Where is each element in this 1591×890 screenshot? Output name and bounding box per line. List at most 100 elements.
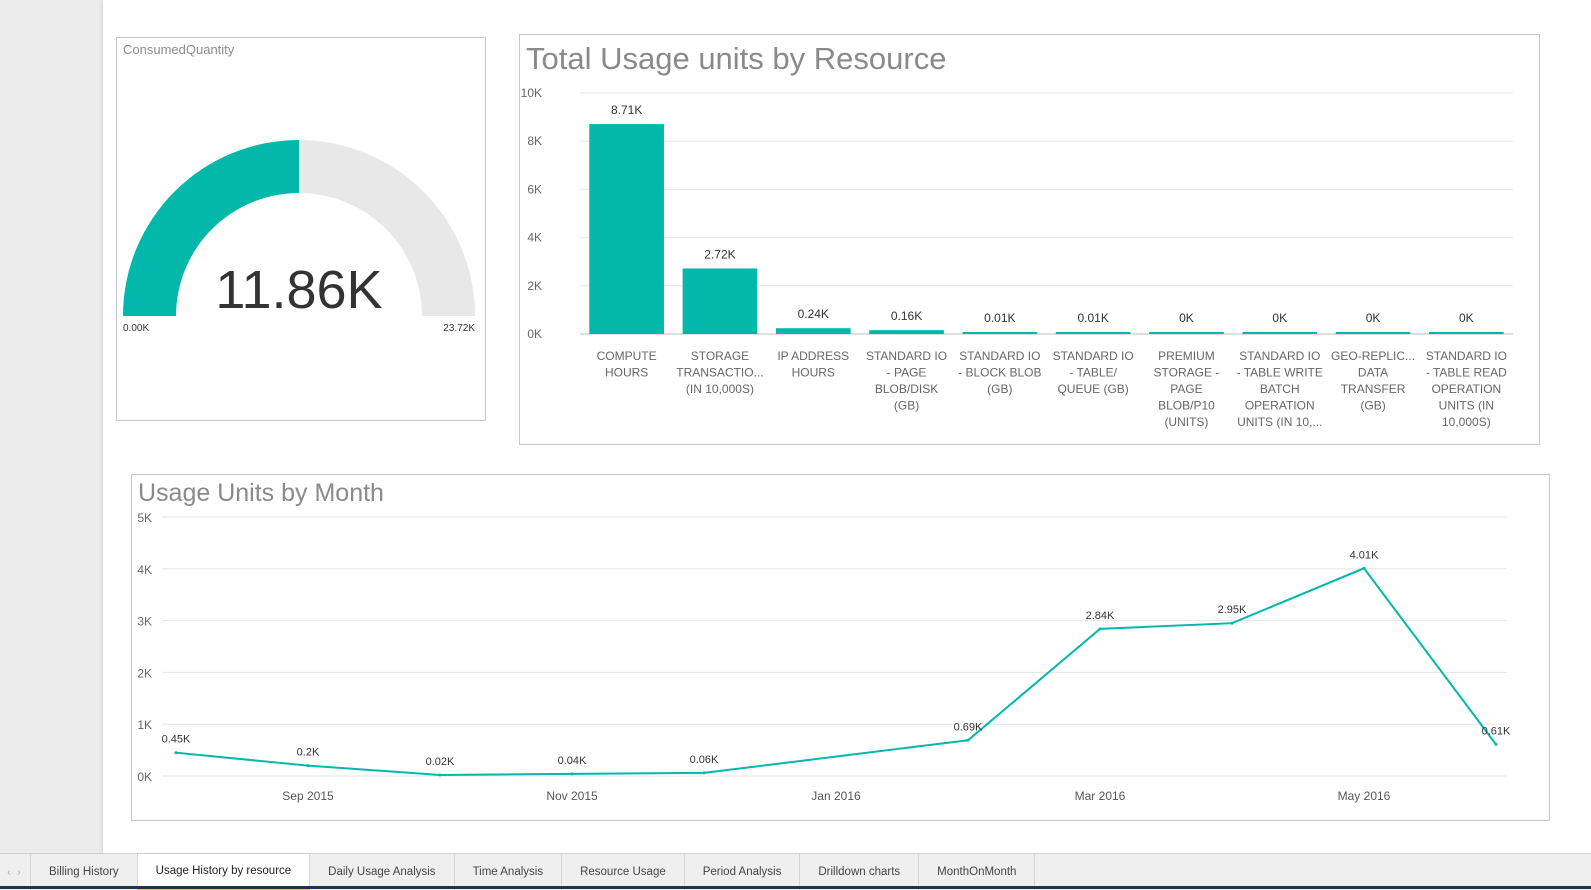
gauge-chart: 11.86K 0.00K 23.72K <box>123 140 475 334</box>
x-category-label: HOURS <box>605 366 648 380</box>
y-tick-label: 2K <box>137 666 152 680</box>
tab-resource-usage[interactable]: Resource Usage <box>562 854 685 890</box>
point-data-label: 4.01K <box>1350 549 1379 561</box>
y-tick-label: 10K <box>521 86 542 100</box>
x-category-label: BLOB/P10 <box>1158 399 1215 413</box>
gauge-visual[interactable]: ConsumedQuantity 11.86K 0.00K 23.72K <box>116 37 486 421</box>
x-category-label: HOURS <box>792 366 835 380</box>
data-point <box>1362 566 1366 570</box>
x-category-label: COMPUTE <box>597 349 657 363</box>
point-data-label: 2.95K <box>1218 604 1247 616</box>
point-data-label: 0.04K <box>558 755 587 767</box>
point-data-label: 2.84K <box>1086 610 1115 622</box>
bar <box>1149 332 1224 334</box>
data-point <box>702 771 706 775</box>
tab-drilldown-charts[interactable]: Drilldown charts <box>800 854 920 890</box>
x-tick-label: Jan 2016 <box>811 789 861 803</box>
tab-scroll-arrows-icon[interactable]: ‹ › <box>0 854 31 890</box>
tab-period-analysis[interactable]: Period Analysis <box>685 854 801 890</box>
tab-billing-history[interactable]: Billing History <box>31 854 138 890</box>
data-point <box>1494 742 1498 746</box>
x-category-label: (GB) <box>987 382 1012 396</box>
y-tick-label: 1K <box>137 718 152 732</box>
y-tick-label: 6K <box>527 182 542 196</box>
page-tab-bar: ‹ › Billing History Usage History by res… <box>0 853 1591 890</box>
gauge-min-label: 0.00K <box>123 323 149 334</box>
bar <box>589 124 664 335</box>
x-category-label: BLOB/DISK <box>875 382 938 396</box>
series-line <box>175 567 1497 776</box>
bar-data-label: 0.01K <box>984 311 1015 325</box>
x-category-label: OPERATION <box>1245 399 1315 413</box>
bar-data-label: 0.01K <box>1077 311 1108 325</box>
data-point <box>570 772 574 776</box>
x-category-label: STANDARD IO <box>1426 349 1507 363</box>
x-category-label: PAGE <box>1170 382 1202 396</box>
x-category-label: 10,000S) <box>1442 415 1491 429</box>
y-tick-label: 0K <box>527 327 542 341</box>
data-point <box>1230 621 1234 625</box>
x-category-label: STANDARD IO <box>959 349 1040 363</box>
bar <box>1055 332 1131 334</box>
bar-data-label: 0.16K <box>891 309 922 323</box>
x-category-label: TRANSACTIO... <box>676 366 763 380</box>
bar-data-label: 0.24K <box>798 307 829 321</box>
x-category-label: STORAGE <box>691 349 749 363</box>
x-category-label: (GB) <box>894 399 919 413</box>
data-point <box>306 764 310 768</box>
bar-data-label: 0K <box>1366 311 1381 325</box>
x-category-label: - PAGE <box>887 366 927 380</box>
bar-data-label: 0K <box>1179 311 1194 325</box>
y-tick-label: 5K <box>137 511 152 525</box>
line-chart: 5K 4K 3K 2K 1K 0K Sep 2015 Nov 2015 Jan 2016 Mar … <box>137 511 1511 803</box>
bar <box>775 328 851 334</box>
bar <box>1335 332 1411 334</box>
x-category-label: - BLOCK BLOB <box>958 366 1041 380</box>
data-point <box>174 751 178 755</box>
tab-time-analysis[interactable]: Time Analysis <box>455 854 563 890</box>
bar-data-label: 8.71K <box>611 103 642 117</box>
bar-data-label: 0K <box>1272 311 1287 325</box>
x-category-label: STORAGE - <box>1154 366 1220 380</box>
tab-usage-history-by-resource[interactable]: Usage History by resource <box>137 854 311 890</box>
line-chart-visual[interactable]: Usage Units by Month 5K 4K 3K 2K 1K 0K Sep 201… <box>131 474 1550 821</box>
tab-month-on-month[interactable]: MonthOnMonth <box>919 854 1036 890</box>
tab-daily-usage-analysis[interactable]: Daily Usage Analysis <box>310 854 455 890</box>
point-data-label: 0.02K <box>426 756 455 768</box>
point-data-label: 0.61K <box>1482 725 1511 737</box>
x-category-label: STANDARD IO <box>1053 349 1134 363</box>
y-tick-label: 4K <box>137 563 152 577</box>
x-category-label: QUEUE (GB) <box>1057 382 1128 396</box>
x-category-label: UNITS (IN 10,... <box>1237 415 1322 429</box>
point-data-label: 0.69K <box>954 721 983 733</box>
point-data-label: 0.2K <box>297 747 320 759</box>
bar <box>682 268 758 334</box>
x-category-label: BATCH <box>1260 382 1300 396</box>
x-tick-label: Mar 2016 <box>1075 789 1126 803</box>
x-category-label: STANDARD IO <box>1239 349 1320 363</box>
x-category-label: UNITS (IN <box>1439 399 1494 413</box>
x-category-label: STANDARD IO <box>866 349 947 363</box>
bar-chart: 10K 8K 6K 4K 2K 0K 8.71K COMPUTE HOURS 2.72K STORA… <box>521 86 1513 429</box>
bar <box>869 330 944 334</box>
x-category-label: - TABLE WRITE <box>1237 366 1323 380</box>
bar-chart-visual[interactable]: Total Usage units by Resource 10K 8K 6K 4K 2… <box>519 34 1540 445</box>
y-tick-label: 2K <box>527 279 542 293</box>
y-tick-label: 3K <box>137 615 152 629</box>
data-point <box>966 738 970 742</box>
x-category-label: TRANSFER <box>1341 382 1406 396</box>
x-category-label: GEO-REPLIC... <box>1331 349 1415 363</box>
bar <box>1242 332 1318 334</box>
point-data-label: 0.06K <box>690 754 719 766</box>
x-category-label: (IN 10,000S) <box>686 382 754 396</box>
y-tick-label: 4K <box>527 231 542 245</box>
x-category-label: - TABLE READ <box>1426 366 1507 380</box>
y-tick-label: 0K <box>137 770 152 784</box>
y-tick-label: 8K <box>527 134 542 148</box>
x-category-label: IP ADDRESS <box>777 349 849 363</box>
x-category-label: PREMIUM <box>1158 349 1215 363</box>
x-category-label: OPERATION <box>1431 382 1501 396</box>
x-category-label: - TABLE/ <box>1069 366 1117 380</box>
point-data-label: 0.45K <box>162 734 191 746</box>
bar <box>1429 332 1504 334</box>
